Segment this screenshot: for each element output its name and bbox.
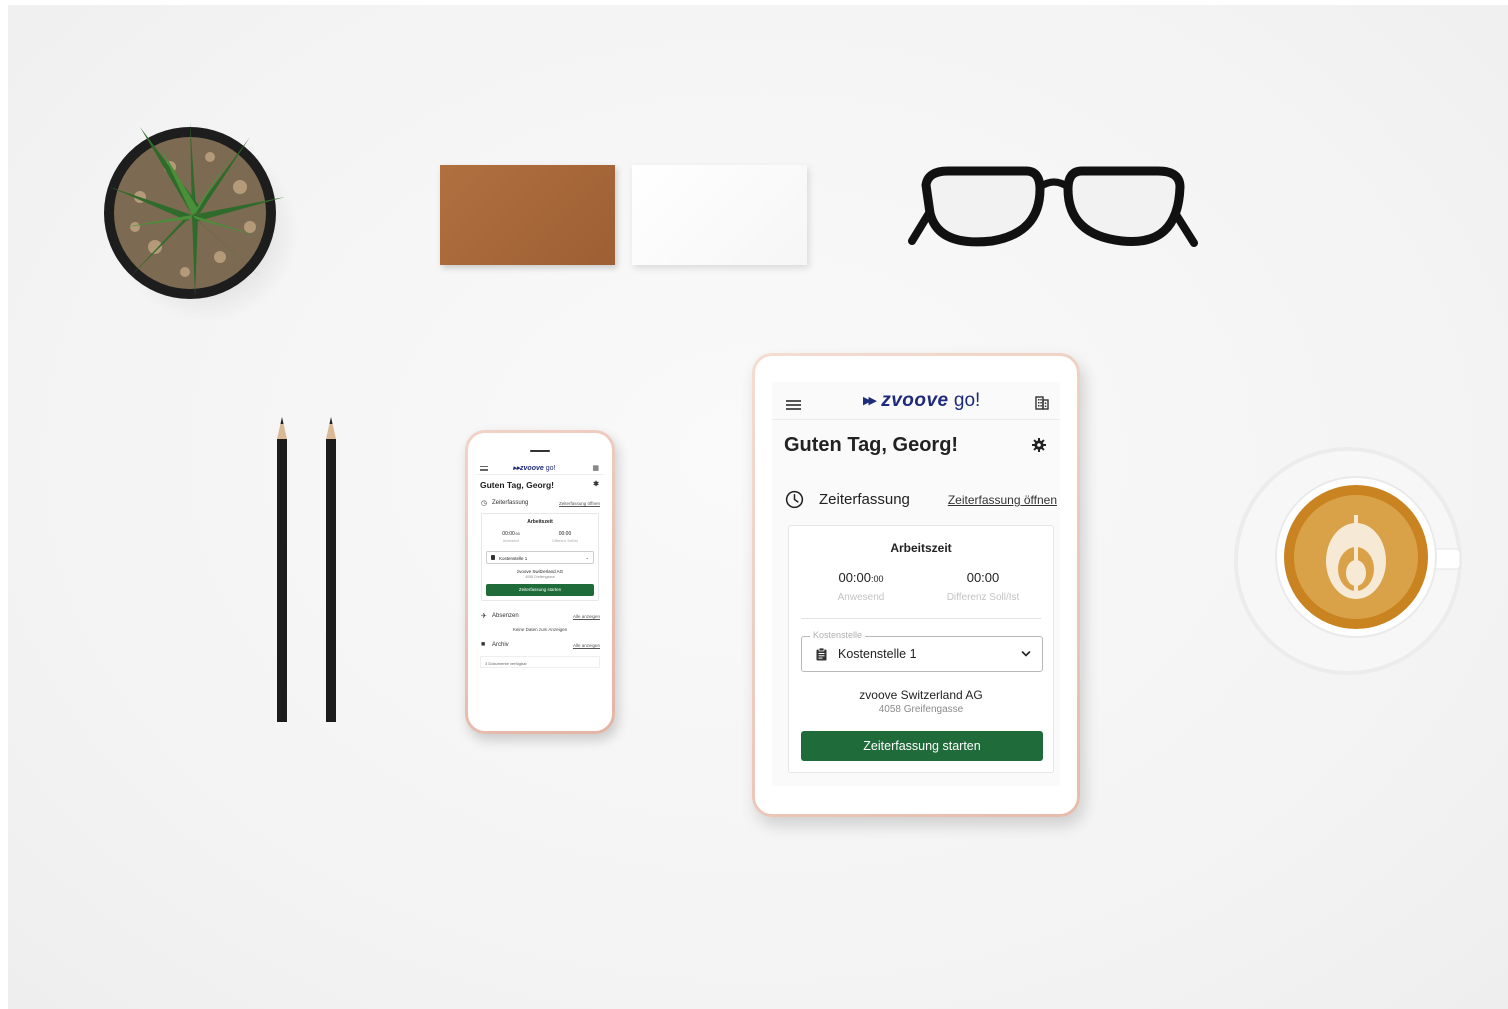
section-title: Zeiterfassung xyxy=(492,500,529,506)
diff-stat: 00:00 Differenz Soll/Ist xyxy=(923,570,1043,603)
absences-title: Absenzen xyxy=(492,613,519,619)
absences-empty-state: Keine Daten zum Anzeigen xyxy=(512,627,568,632)
app-logo: ▶▶ zvoove go! xyxy=(863,390,980,412)
building-icon[interactable] xyxy=(1034,394,1050,410)
logo-brand: zvoove xyxy=(881,390,949,411)
logo-suffix: go! xyxy=(545,465,556,472)
start-time-tracking-button[interactable]: Zeiterfassung starten xyxy=(801,731,1043,761)
present-stat: 00:00:00 Anwesend xyxy=(502,531,519,543)
phone-screen: ▸▸zvoove go! ▦ Guten Tag, Georg! ✱ ◷ Zei… xyxy=(476,461,604,721)
coffee-cup xyxy=(1234,447,1462,675)
cost-center-value: Kostenstelle 1 xyxy=(838,647,917,661)
divider xyxy=(801,618,1041,619)
card-title: Arbeitszeit xyxy=(527,519,553,525)
company-address: 4058 Greifengasse xyxy=(878,704,964,715)
present-time: 00:00 xyxy=(502,531,515,537)
app-bar: ▶▶ zvoove go! xyxy=(772,382,1060,420)
present-time: 00:00 xyxy=(838,570,872,585)
clipboard-icon xyxy=(491,555,495,560)
menu-icon[interactable] xyxy=(786,400,801,410)
cost-center-legend: Kostenstelle xyxy=(810,630,866,640)
pencil-left xyxy=(277,417,287,722)
gear-icon[interactable]: ✱ xyxy=(593,480,599,488)
cost-center-select[interactable]: Kostenstelle Kostenstelle 1 xyxy=(801,630,1043,672)
present-seconds: :00 xyxy=(871,574,884,584)
logo-arrows-icon: ▶▶ xyxy=(863,395,877,407)
diff-stat: 00:00 Differenz Soll/Ist xyxy=(552,531,577,543)
present-stat: 00:00:00 Anwesend xyxy=(801,570,921,603)
diff-time: 00:00 xyxy=(966,570,1000,585)
absences-header: ✈ Absenzen Alle anzeigen xyxy=(480,611,600,623)
present-label: Anwesend xyxy=(502,539,520,543)
chevron-down-icon: ⌄ xyxy=(585,555,589,560)
archive-documents[interactable]: 3 Dokumente verfügbar xyxy=(480,656,600,668)
open-time-tracking-link[interactable]: Zeiterfassung öffnen xyxy=(948,493,1057,507)
clipboard-icon xyxy=(816,648,827,661)
time-tracking-header: ◷ Zeiterfassung Zeiterfassung öffnen xyxy=(480,498,600,510)
tablet-device: ▶▶ zvoove go! Guten Tag, Georg! Zeiterfa… xyxy=(752,353,1080,817)
company-info: zvoove Switzerland AG 4058 Greifengasse xyxy=(789,688,1053,715)
potted-plant xyxy=(104,122,285,299)
card-title: Arbeitszeit xyxy=(890,541,952,555)
desk-scene: ▸▸zvoove go! ▦ Guten Tag, Georg! ✱ ◷ Zei… xyxy=(8,5,1508,1009)
cost-center-value: Kostenstelle 1 xyxy=(499,555,528,561)
start-time-tracking-button[interactable]: Zeiterfassung starten xyxy=(486,584,594,596)
section-title: Zeiterfassung xyxy=(819,491,910,508)
building-icon[interactable]: ▦ xyxy=(592,464,599,472)
open-time-tracking-link[interactable]: Zeiterfassung öffnen xyxy=(559,501,600,506)
chevron-down-icon xyxy=(1021,651,1031,657)
white-business-card xyxy=(632,165,807,265)
gear-icon[interactable] xyxy=(1032,438,1046,452)
time-stats: 00:00:00 Anwesend 00:00 Differenz Soll/I… xyxy=(486,531,594,543)
pencil-right xyxy=(326,417,336,722)
archive-icon: ■ xyxy=(481,641,486,648)
clock-icon: ◷ xyxy=(481,500,488,507)
diff-time: 00:00 xyxy=(558,531,572,537)
tablet-bezel: ▶▶ zvoove go! Guten Tag, Georg! Zeiterfa… xyxy=(755,356,1077,814)
logo-brand: zvoove xyxy=(520,465,544,472)
archive-show-all-link[interactable]: Alle anzeigen xyxy=(573,643,600,648)
kraft-business-card xyxy=(440,165,615,265)
time-tracking-header: Zeiterfassung Zeiterfassung öffnen xyxy=(784,488,1060,510)
present-seconds: :00 xyxy=(514,532,520,536)
company-address: 4058 Greifengasse xyxy=(525,575,555,579)
tablet-screen: ▶▶ zvoove go! Guten Tag, Georg! Zeiterfa… xyxy=(772,382,1060,786)
company-name: zvoove Switzerland AG xyxy=(859,688,983,702)
archive-header: ■ Archiv Alle anzeigen xyxy=(480,640,600,652)
clock-icon xyxy=(785,490,804,509)
phone-app-bar: ▸▸zvoove go! ▦ xyxy=(476,461,604,475)
greeting-row: Guten Tag, Georg! ✱ xyxy=(480,480,600,494)
phone-speaker xyxy=(530,450,550,452)
diff-label: Differenz Soll/Ist xyxy=(552,539,578,543)
work-time-card: Arbeitszeit 00:00:00 Anwesend 00:00 Diff… xyxy=(788,525,1054,773)
airplane-icon: ✈ xyxy=(481,613,487,620)
app-logo: ▸▸zvoove go! xyxy=(513,465,556,472)
company-info: zvoove Switzerland AG 4058 Greifengasse xyxy=(486,569,594,579)
phone-bezel: ▸▸zvoove go! ▦ Guten Tag, Georg! ✱ ◷ Zei… xyxy=(468,433,612,731)
diff-label: Differenz Soll/Ist xyxy=(946,592,1020,603)
company-name: zvoove Switzerland AG xyxy=(516,569,564,574)
absences-show-all-link[interactable]: Alle anzeigen xyxy=(573,614,600,619)
present-label: Anwesend xyxy=(837,592,885,603)
greeting-title: Guten Tag, Georg! xyxy=(784,434,959,456)
greeting-title: Guten Tag, Georg! xyxy=(480,480,554,490)
eyeglasses xyxy=(908,166,1198,247)
archive-title: Archiv xyxy=(492,642,509,648)
cost-center-select[interactable]: Kostenstelle 1 ⌄ xyxy=(486,551,594,564)
menu-icon[interactable] xyxy=(480,466,488,471)
smartphone-device: ▸▸zvoove go! ▦ Guten Tag, Georg! ✱ ◷ Zei… xyxy=(465,430,615,734)
work-time-card: Arbeitszeit 00:00:00 Anwesend 00:00 Diff… xyxy=(481,513,599,601)
logo-suffix: go! xyxy=(953,390,981,411)
